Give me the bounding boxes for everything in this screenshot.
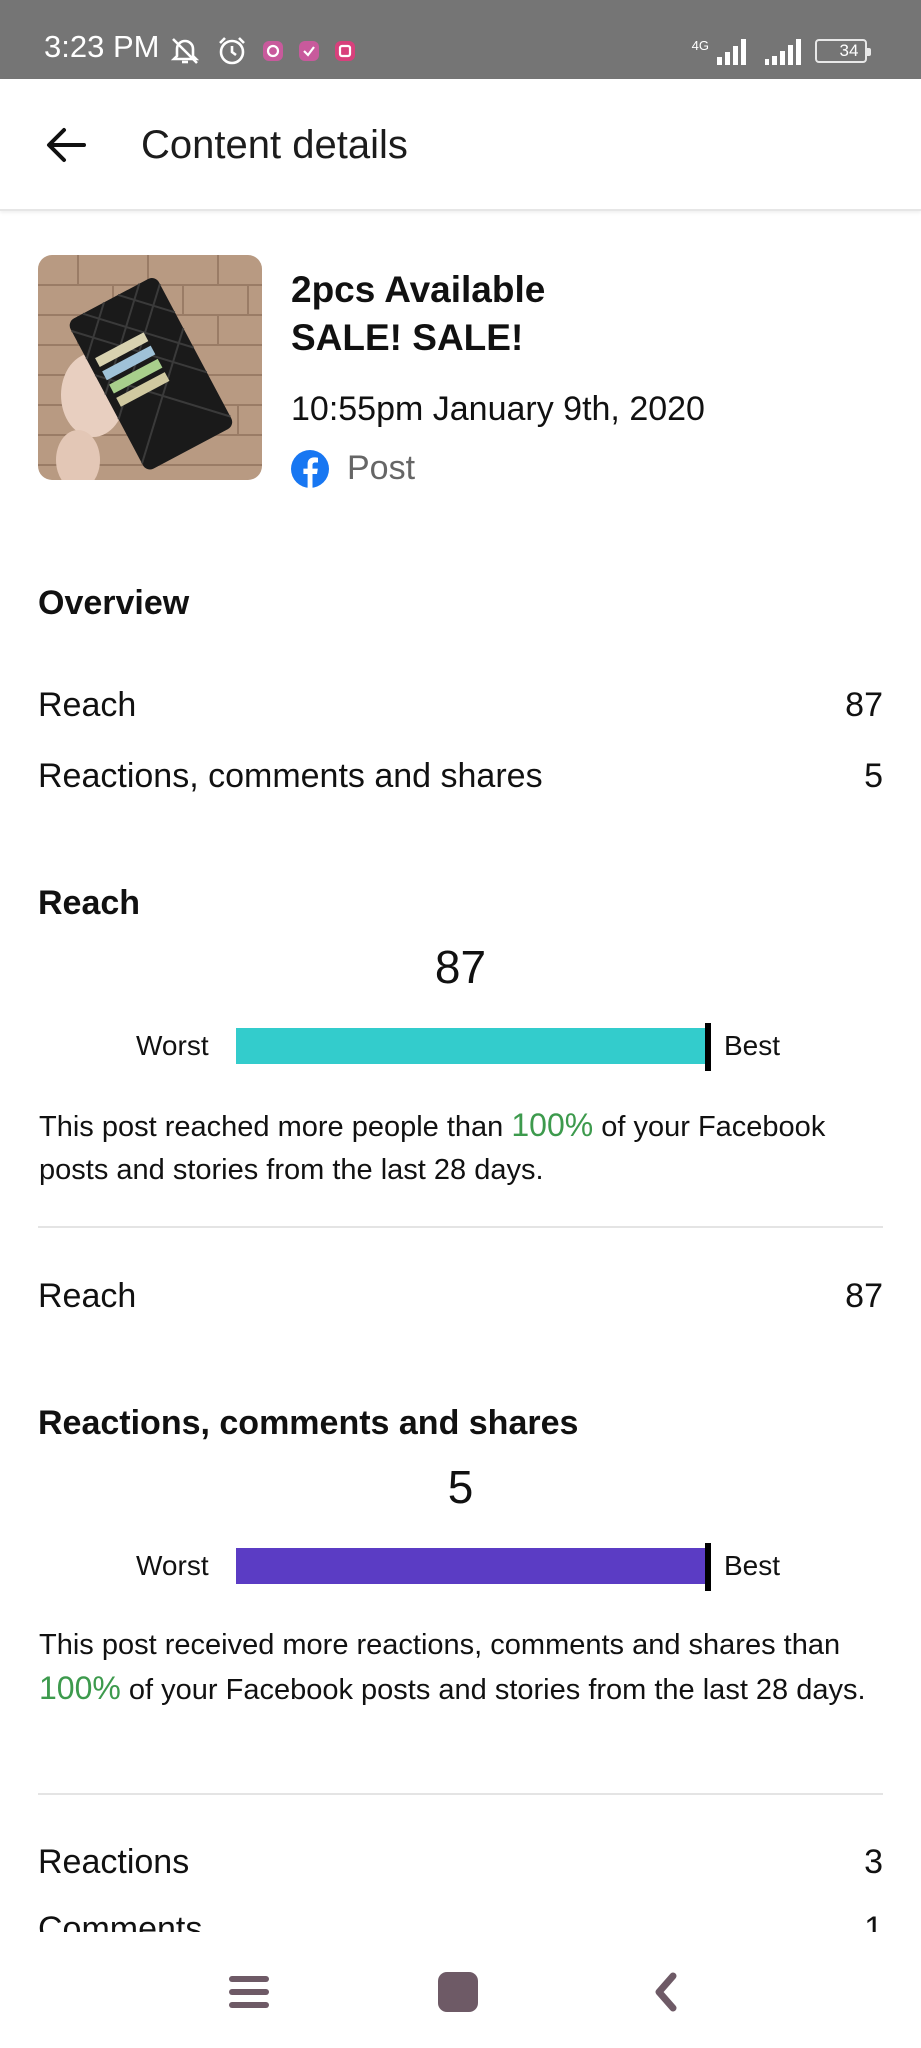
engagement-percent: 100% (39, 1670, 121, 1706)
home-button[interactable] (428, 1962, 488, 2022)
divider (38, 1793, 883, 1795)
engagement-heading: Reactions, comments and shares (38, 1404, 579, 1442)
home-icon (438, 1972, 478, 2012)
reactions-value: 3 (864, 1843, 883, 1881)
facebook-icon (291, 449, 329, 488)
overview-heading: Overview (38, 584, 190, 622)
reach-gauge-track (236, 1028, 706, 1064)
arrow-left-icon (47, 128, 86, 162)
system-back-button[interactable] (636, 1962, 696, 2022)
battery-icon: 34 (815, 39, 871, 63)
status-icons-left (168, 34, 356, 68)
reactions-label: Reactions (38, 1843, 190, 1881)
engagement-description: This post received more reactions, comme… (39, 1624, 889, 1712)
app-notification-icon (262, 40, 284, 62)
divider (38, 1226, 883, 1228)
engagement-big-value: 5 (447, 1461, 474, 1513)
engagement-gauge-fill (236, 1548, 706, 1584)
reach-description: This post reached more people than 100% … (39, 1104, 889, 1192)
reach-gauge: Worst Best (0, 1023, 921, 1071)
mute-icon (168, 34, 202, 68)
engagement-gauge-marker (705, 1543, 711, 1591)
reach-heading: Reach (38, 884, 141, 922)
overview-row-engagement: Reactions, comments and shares 5 (38, 757, 883, 796)
system-nav-bar (0, 1932, 921, 2048)
engagement-worst-label: Worst (136, 1550, 209, 1581)
reach-gauge-marker (705, 1023, 711, 1071)
app-notification-icon (298, 40, 320, 62)
reach-row: Reach 87 (38, 1277, 883, 1316)
page-title: Content details (141, 123, 408, 167)
engagement-best-label: Best (724, 1550, 781, 1581)
post-type: Post (291, 449, 415, 488)
reach-best-label: Best (724, 1030, 781, 1061)
signal-icon (715, 37, 751, 65)
reach-gauge-fill (236, 1028, 706, 1064)
reach-row-value: 87 (845, 1277, 883, 1315)
reach-percent: 100% (511, 1107, 594, 1143)
reach-big-value: 87 (434, 941, 487, 993)
post-thumbnail[interactable] (38, 255, 262, 480)
post-title: 2pcs Available SALE! SALE! (291, 266, 545, 362)
back-icon (655, 1972, 677, 2012)
signal-icon (763, 37, 803, 65)
alarm-icon (216, 35, 248, 67)
engagement-desc-after: of your Facebook posts and stories from … (120, 1674, 866, 1706)
reach-row-label: Reach (38, 1277, 137, 1315)
app-notification-icon (334, 40, 356, 62)
overview-engagement-value: 5 (864, 757, 883, 795)
post-type-label: Post (347, 449, 416, 487)
battery-level: 34 (839, 41, 859, 60)
menu-icon (229, 1976, 269, 2008)
overview-row-reach: Reach 87 (38, 686, 883, 725)
post-date: 10:55pm January 9th, 2020 (291, 390, 705, 428)
menu-button[interactable] (219, 1962, 279, 2022)
engagement-gauge: Worst Best (0, 1543, 921, 1591)
back-button[interactable] (36, 115, 96, 175)
post-title-line1: 2pcs Available (291, 269, 546, 310)
reach-worst-label: Worst (136, 1030, 209, 1061)
reactions-row: Reactions 3 (38, 1843, 883, 1882)
engagement-gauge-track (236, 1548, 706, 1584)
network-label: 4G (691, 37, 709, 53)
engagement-desc-before: This post received more reactions, comme… (39, 1629, 841, 1661)
status-icons-right: 4G 34 (691, 34, 871, 68)
post-title-line2: SALE! SALE! (291, 317, 524, 358)
status-bar: 3:23 PM 4G 34 (0, 0, 921, 79)
overview-engagement-label: Reactions, comments and shares (38, 757, 543, 795)
overview-reach-label: Reach (38, 686, 137, 724)
app-bar: Content details (0, 79, 921, 211)
status-time: 3:23 PM (44, 29, 160, 64)
overview-reach-value: 87 (845, 686, 883, 724)
reach-desc-before: This post reached more people than (39, 1111, 512, 1143)
